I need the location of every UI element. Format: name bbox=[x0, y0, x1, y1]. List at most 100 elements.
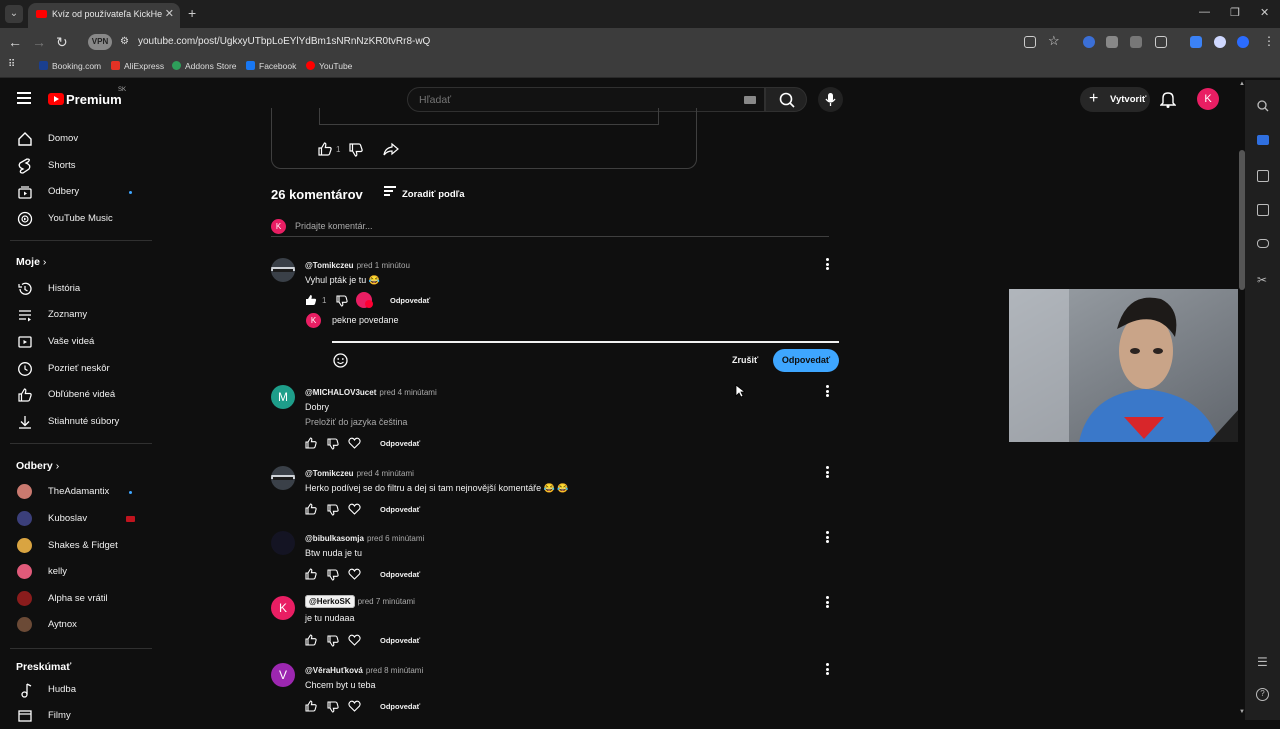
translate-link[interactable]: Preložiť do jazyka čeština bbox=[305, 417, 407, 427]
avatar[interactable] bbox=[271, 531, 295, 555]
post-dislike-button[interactable] bbox=[349, 143, 363, 157]
extension-icon[interactable] bbox=[1237, 36, 1249, 48]
thumb-up-icon[interactable] bbox=[305, 437, 317, 449]
install-app-icon[interactable] bbox=[1024, 36, 1036, 48]
customize-icon[interactable]: ☰ bbox=[1257, 655, 1268, 669]
bookmark-facebook[interactable]: Facebook bbox=[246, 61, 296, 71]
emoji-button[interactable] bbox=[333, 353, 348, 368]
comment-author[interactable]: @Tomikczeu bbox=[305, 261, 354, 270]
extensions-puzzle-icon[interactable] bbox=[1155, 36, 1167, 48]
search-input[interactable] bbox=[419, 94, 719, 106]
reply-button[interactable]: Odpovedať bbox=[380, 570, 420, 579]
reload-button[interactable]: ↻ bbox=[56, 34, 68, 51]
comment-author[interactable]: @MICHALOV3ucet bbox=[305, 388, 376, 397]
heart-icon[interactable] bbox=[348, 437, 361, 449]
tools-icon[interactable]: ✂ bbox=[1257, 273, 1267, 287]
reading-list-icon[interactable] bbox=[1257, 170, 1269, 182]
browser-tab[interactable]: Kvíz od používateľa KickHerko ✕ bbox=[28, 3, 180, 28]
comment-time[interactable]: pred 7 minútami bbox=[358, 597, 415, 606]
heart-icon[interactable] bbox=[348, 634, 361, 646]
thumb-up-icon[interactable] bbox=[305, 503, 317, 515]
comment-menu-icon[interactable] bbox=[822, 596, 832, 610]
bookmark-addons-store[interactable]: Addons Store bbox=[172, 61, 237, 71]
search-button[interactable] bbox=[765, 87, 807, 112]
sidebar-item-downloads[interactable]: Stiahnuté súbory bbox=[0, 409, 160, 435]
avatar[interactable]: M bbox=[271, 385, 295, 409]
avatar[interactable]: V bbox=[271, 663, 295, 687]
messages-icon[interactable] bbox=[1257, 135, 1269, 145]
sidebar-channel[interactable]: Shakes & Fidget bbox=[0, 533, 160, 559]
tab-search-button[interactable]: ⌄ bbox=[5, 5, 23, 23]
vpn-badge[interactable]: VPN bbox=[88, 34, 112, 50]
tab-close-icon[interactable]: ✕ bbox=[165, 7, 174, 20]
account-avatar[interactable]: K bbox=[1197, 88, 1219, 110]
comment-time[interactable]: pred 1 minútou bbox=[357, 261, 410, 270]
sidebar-item-subscriptions[interactable]: Odbery bbox=[0, 179, 160, 205]
games-icon[interactable] bbox=[1257, 239, 1269, 248]
sort-button[interactable]: Zoradiť podľa bbox=[384, 186, 465, 200]
thumb-up-icon[interactable] bbox=[305, 634, 317, 646]
sidebar-item-your-videos[interactable]: Vaše videá bbox=[0, 329, 160, 355]
help-icon[interactable]: ? bbox=[1256, 688, 1269, 701]
sidebar-item-playlists[interactable]: Zoznamy bbox=[0, 302, 160, 328]
sidebar-you-heading[interactable]: Moje › bbox=[16, 256, 46, 268]
comment-menu-icon[interactable] bbox=[822, 663, 832, 677]
add-comment-field[interactable]: K Pridajte komentár... bbox=[271, 219, 829, 237]
menu-icon[interactable] bbox=[17, 92, 31, 107]
bookmark-youtube[interactable]: YouTube bbox=[306, 61, 352, 71]
back-button[interactable]: ← bbox=[8, 34, 22, 50]
forward-button[interactable]: → bbox=[32, 34, 46, 50]
post-like-button[interactable] bbox=[318, 142, 332, 156]
url-field[interactable]: youtube.com/post/UgkxyUTbpLoEYlYdBm1sNRn… bbox=[138, 36, 430, 47]
reply-button[interactable]: Odpovedať bbox=[380, 636, 420, 645]
extension-icon[interactable] bbox=[1130, 36, 1142, 48]
browser-menu-icon[interactable]: ⋮ bbox=[1263, 34, 1275, 48]
sidebar-channel[interactable]: Kuboslav bbox=[0, 506, 160, 532]
keyboard-icon[interactable] bbox=[744, 96, 756, 104]
sidebar-channel[interactable]: Aytnox bbox=[0, 612, 160, 638]
comment-menu-icon[interactable] bbox=[822, 531, 832, 545]
submit-reply-button[interactable]: Odpovedať bbox=[773, 349, 839, 372]
close-window-button[interactable]: ✕ bbox=[1260, 6, 1269, 19]
comment-menu-icon[interactable] bbox=[822, 258, 832, 272]
sidebar-item-youtube-music[interactable]: YouTube Music bbox=[0, 206, 160, 232]
youtube-premium-logo[interactable]: Premium SK bbox=[48, 87, 126, 109]
restore-button[interactable]: ❐ bbox=[1230, 6, 1240, 19]
profile-icon[interactable] bbox=[1214, 36, 1226, 48]
new-tab-button[interactable]: + bbox=[188, 5, 196, 21]
thumb-down-icon[interactable] bbox=[327, 701, 339, 713]
comment-author[interactable]: @bibulkasomja bbox=[305, 534, 364, 543]
avatar[interactable] bbox=[271, 466, 295, 490]
sidebar-channel[interactable]: kelly bbox=[0, 559, 160, 585]
create-button[interactable]: + Vytvoriť bbox=[1080, 87, 1150, 112]
reply-button[interactable]: Odpovedať bbox=[380, 702, 420, 711]
extension-icon[interactable] bbox=[1106, 36, 1118, 48]
minimize-button[interactable]: — bbox=[1199, 6, 1210, 18]
comment-menu-icon[interactable] bbox=[822, 466, 832, 480]
sidebar-item-watch-later[interactable]: Pozrieť neskôr bbox=[0, 356, 160, 382]
sidebar-item-films[interactable]: Filmy bbox=[0, 703, 160, 729]
extension-icon[interactable] bbox=[1083, 36, 1095, 48]
sidebar-toggle-icon[interactable] bbox=[1190, 36, 1202, 48]
search-icon[interactable] bbox=[1257, 100, 1269, 112]
heart-icon[interactable] bbox=[348, 700, 361, 712]
thumb-down-icon[interactable] bbox=[327, 438, 339, 450]
sidebar-item-shorts[interactable]: Shorts bbox=[0, 153, 160, 179]
bookmark-star-icon[interactable]: ☆ bbox=[1048, 33, 1060, 49]
thumb-down-icon[interactable] bbox=[327, 569, 339, 581]
reply-button[interactable]: Odpovedať bbox=[390, 296, 430, 305]
comment-menu-icon[interactable] bbox=[822, 385, 832, 399]
sidebar-item-history[interactable]: História bbox=[0, 276, 160, 302]
thumb-down-icon[interactable] bbox=[327, 504, 339, 516]
comment-time[interactable]: pred 4 minútami bbox=[379, 388, 436, 397]
comment-time[interactable]: pred 8 minútami bbox=[366, 666, 423, 675]
apps-grid-icon[interactable]: ⠿ bbox=[8, 59, 15, 70]
avatar[interactable] bbox=[271, 258, 295, 282]
thumb-up-icon[interactable] bbox=[305, 700, 317, 712]
thumb-down-icon[interactable] bbox=[327, 635, 339, 647]
reply-button[interactable]: Odpovedať bbox=[380, 505, 420, 514]
cancel-button[interactable]: Zrušiť bbox=[732, 355, 758, 365]
notes-icon[interactable] bbox=[1257, 204, 1269, 216]
thumb-down-icon[interactable] bbox=[336, 295, 348, 307]
site-info-icon[interactable]: ⚙ bbox=[120, 36, 129, 47]
